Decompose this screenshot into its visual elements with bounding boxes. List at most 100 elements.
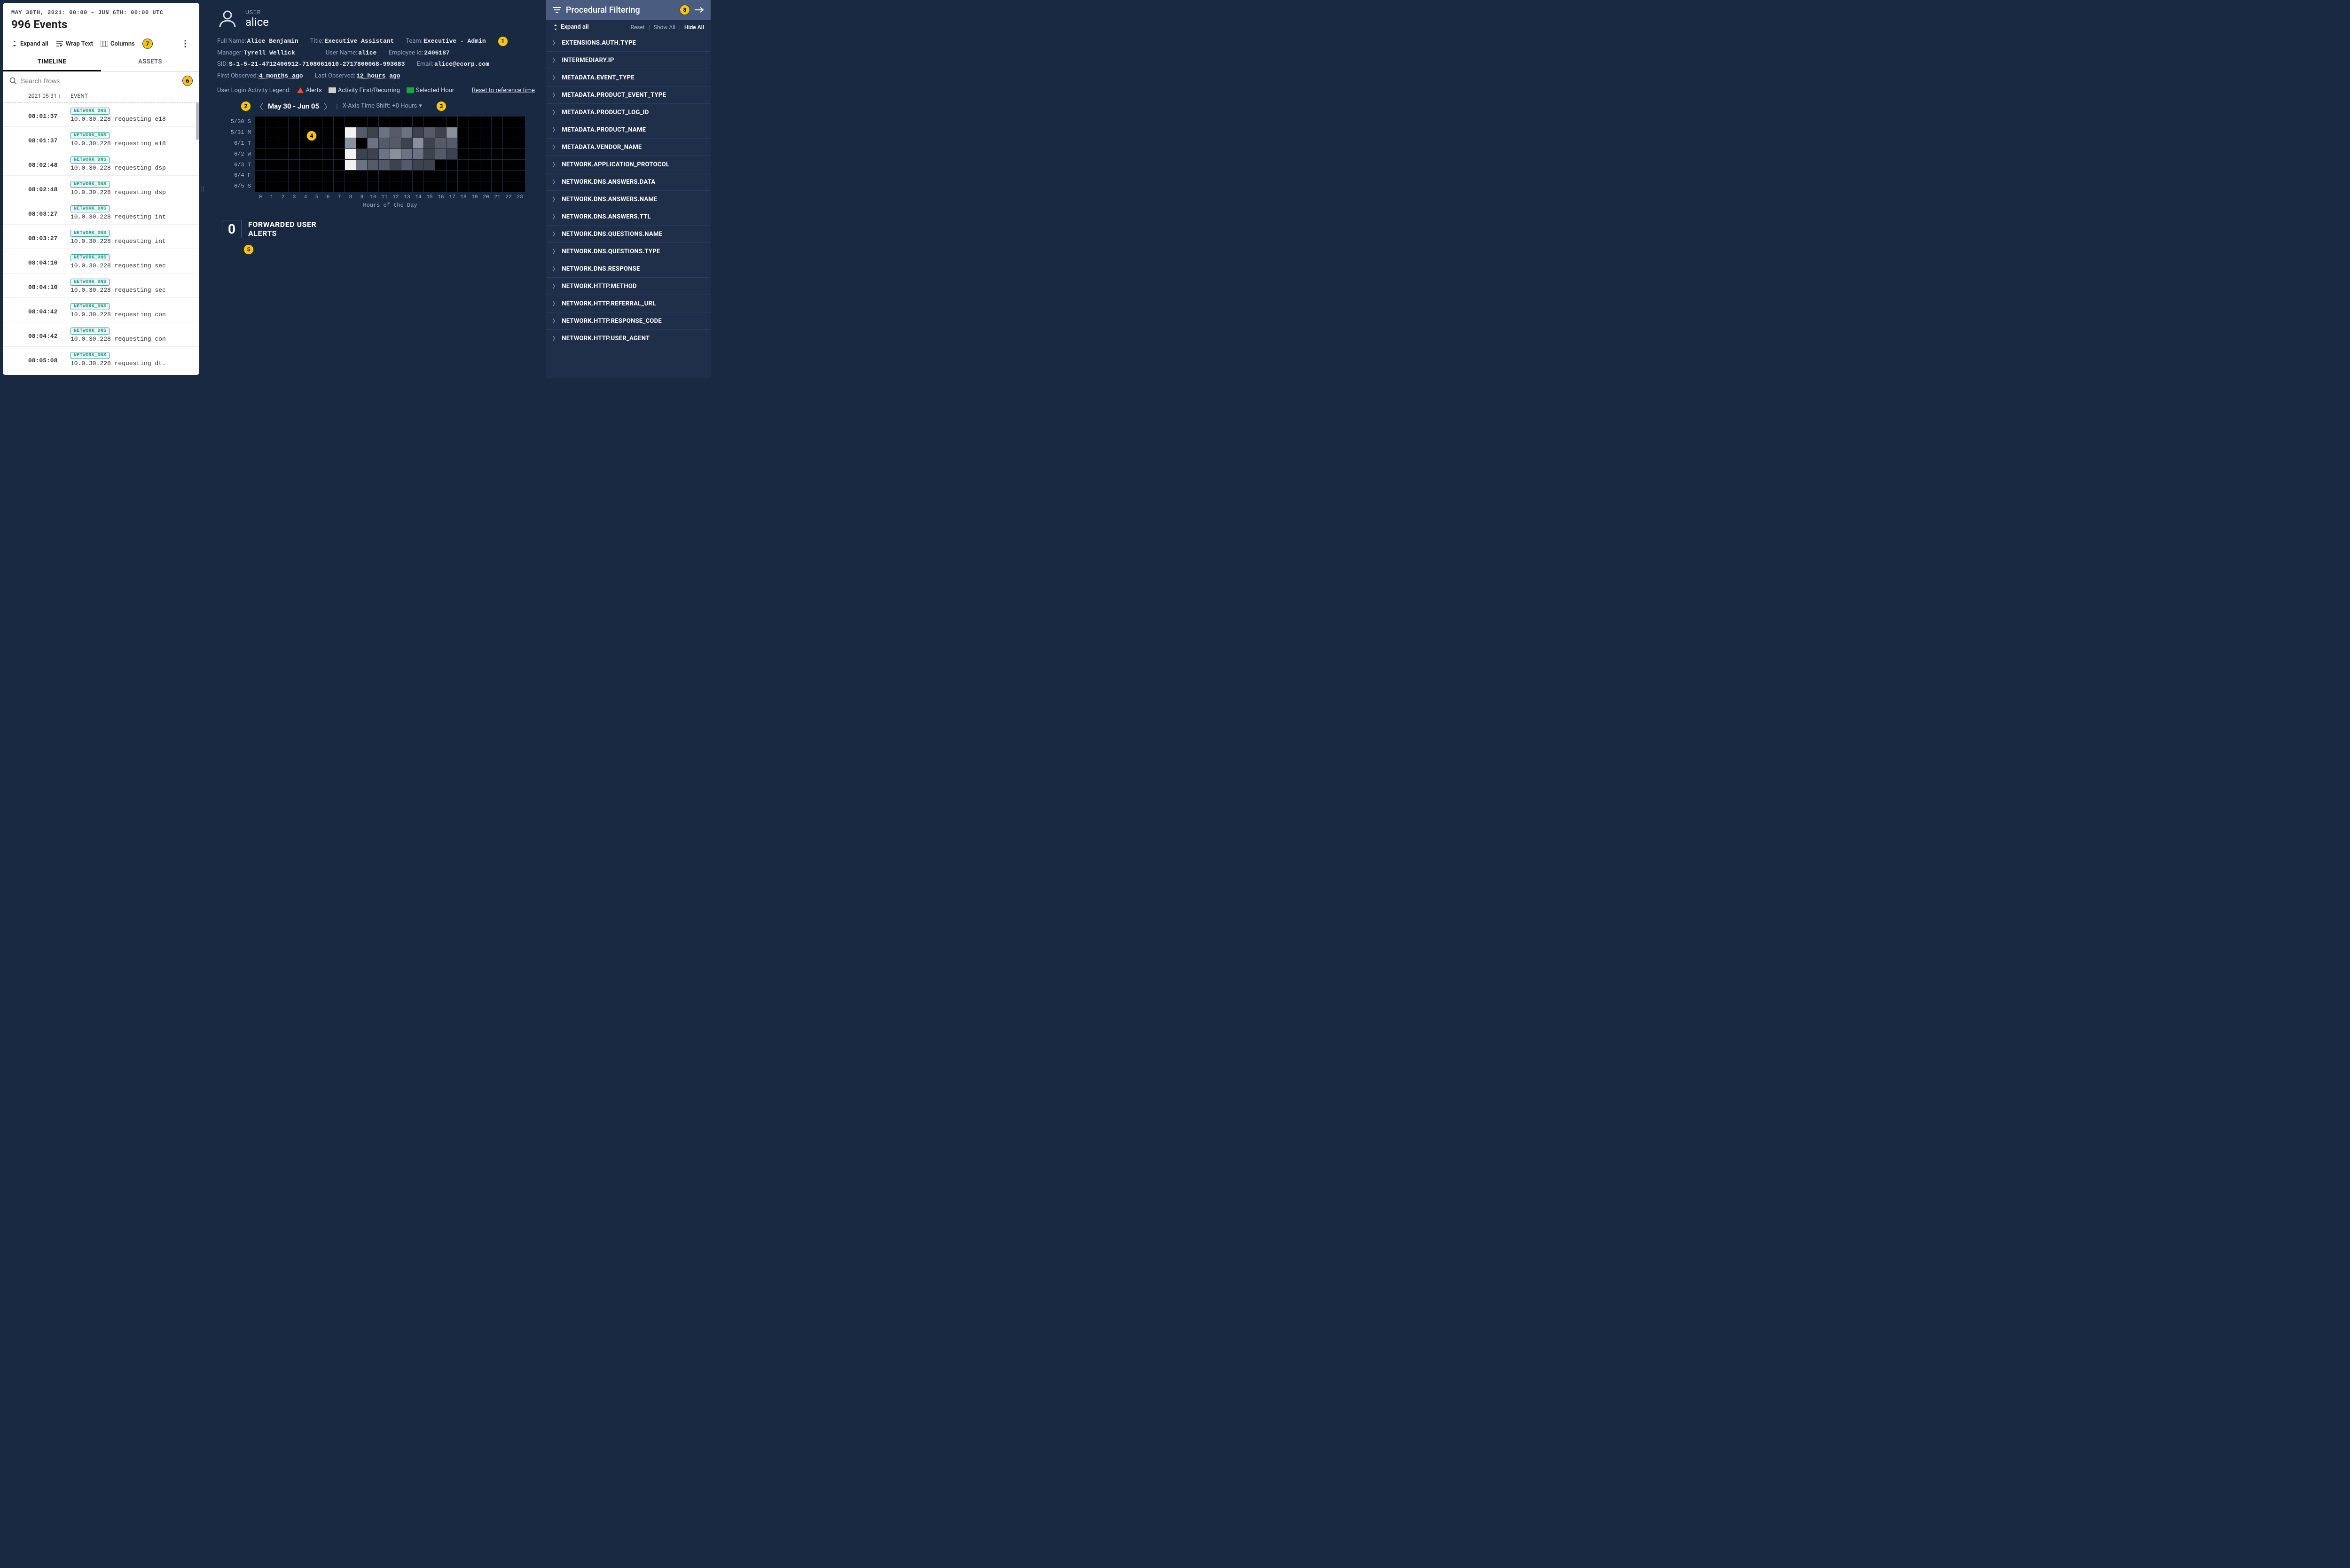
heatmap-cell[interactable]: [266, 127, 277, 138]
heatmap-cell[interactable]: [322, 127, 333, 138]
heatmap-cell[interactable]: [311, 171, 322, 181]
columns-button[interactable]: Columns: [101, 40, 135, 47]
heatmap-cell[interactable]: [289, 149, 299, 159]
heatmap-cell[interactable]: [480, 127, 491, 138]
heatmap-cell[interactable]: [311, 117, 322, 127]
heatmap-cell[interactable]: [480, 181, 491, 192]
filter-item[interactable]: 〉EXTENSIONS.AUTH.TYPE: [546, 34, 711, 52]
heatmap-cell[interactable]: [401, 117, 412, 127]
heatmap-cell[interactable]: [446, 171, 457, 181]
heatmap-cell[interactable]: [255, 181, 266, 192]
heatmap-cell[interactable]: [480, 171, 491, 181]
heatmap-cell[interactable]: [300, 117, 311, 127]
heatmap-cell[interactable]: [368, 149, 378, 159]
heatmap-cell[interactable]: [390, 149, 401, 159]
filter-item[interactable]: 〉METADATA.PRODUCT_NAME: [546, 121, 711, 139]
heatmap-cell[interactable]: [401, 149, 412, 159]
heatmap-cell[interactable]: [255, 138, 266, 148]
heatmap-cell[interactable]: [469, 149, 480, 159]
heatmap-cell[interactable]: [446, 117, 457, 127]
tab-timeline[interactable]: TIMELINE: [3, 54, 101, 71]
heatmap-cell[interactable]: [458, 160, 469, 170]
filter-item[interactable]: 〉NETWORK.HTTP.USER_AGENT: [546, 330, 711, 347]
heatmap-cell[interactable]: [368, 138, 378, 148]
heatmap-cell[interactable]: [401, 160, 412, 170]
heatmap-cell[interactable]: [492, 127, 502, 138]
column-header-time[interactable]: 2021-05-31 ↑: [9, 93, 70, 99]
heatmap-cell[interactable]: [401, 127, 412, 138]
heatmap-cell[interactable]: [503, 181, 514, 192]
heatmap-cell[interactable]: [289, 117, 299, 127]
heatmap-cell[interactable]: [266, 138, 277, 148]
heatmap-cell[interactable]: [514, 117, 525, 127]
heatmap-cell[interactable]: [277, 149, 288, 159]
event-list[interactable]: 08:01:37 NETWORK_DNS 10.0.30.228 request…: [3, 102, 199, 375]
heatmap-cell[interactable]: [514, 138, 525, 148]
heatmap-cell[interactable]: [255, 160, 266, 170]
heatmap-cell[interactable]: [311, 149, 322, 159]
heatmap-cell[interactable]: [458, 149, 469, 159]
filter-item[interactable]: 〉NETWORK.HTTP.RESPONSE_CODE: [546, 312, 711, 330]
heatmap-cell[interactable]: [322, 138, 333, 148]
heatmap-cell[interactable]: [356, 127, 367, 138]
heatmap-cell[interactable]: [480, 138, 491, 148]
heatmap-cell[interactable]: [368, 117, 378, 127]
heatmap-cell[interactable]: [277, 117, 288, 127]
heatmap-cell[interactable]: [368, 127, 378, 138]
expand-all-button[interactable]: Expand all: [11, 40, 48, 47]
heatmap-cell[interactable]: [458, 181, 469, 192]
filter-item[interactable]: 〉NETWORK.DNS.QUESTIONS.NAME: [546, 226, 711, 243]
filter-item[interactable]: 〉NETWORK.HTTP.METHOD: [546, 278, 711, 295]
heatmap-cell[interactable]: [334, 181, 345, 192]
heatmap-cell[interactable]: [480, 117, 491, 127]
heatmap-cell[interactable]: [514, 149, 525, 159]
tab-assets[interactable]: ASSETS: [101, 54, 199, 71]
scrollbar-thumb[interactable]: [196, 102, 199, 140]
heatmap-cell[interactable]: [379, 138, 390, 148]
heatmap-cell[interactable]: [289, 138, 299, 148]
heatmap-cell[interactable]: [345, 160, 356, 170]
heatmap-cell[interactable]: [289, 181, 299, 192]
heatmap-cell[interactable]: [334, 138, 345, 148]
column-header-event[interactable]: EVENT: [70, 93, 88, 99]
heatmap-cell[interactable]: [345, 181, 356, 192]
heatmap-cell[interactable]: [424, 138, 435, 148]
heatmap-cell[interactable]: [345, 149, 356, 159]
heatmap-cell[interactable]: [514, 127, 525, 138]
filter-item[interactable]: 〉NETWORK.HTTP.REFERRAL_URL: [546, 295, 711, 312]
heatmap-cell[interactable]: [435, 127, 446, 138]
heatmap-cell[interactable]: [277, 160, 288, 170]
heatmap-cell[interactable]: [503, 127, 514, 138]
heatmap-cell[interactable]: [289, 127, 299, 138]
heatmap-cell[interactable]: [390, 181, 401, 192]
heatmap-cell[interactable]: [424, 160, 435, 170]
table-row[interactable]: 08:01:37 NETWORK_DNS 10.0.30.228 request…: [3, 127, 199, 151]
filter-item[interactable]: 〉METADATA.EVENT_TYPE: [546, 69, 711, 86]
heatmap-cell[interactable]: [255, 171, 266, 181]
heatmap-cell[interactable]: [390, 171, 401, 181]
heatmap-cell[interactable]: [368, 181, 378, 192]
heatmap-cell[interactable]: [514, 160, 525, 170]
table-row[interactable]: 08:05:08 NETWORK_DNS 10.0.30.228 request…: [3, 371, 199, 375]
reset-time-link[interactable]: Reset to reference time: [472, 87, 535, 94]
heatmap-cell[interactable]: [492, 171, 502, 181]
table-row[interactable]: 08:02:48 NETWORK_DNS 10.0.30.228 request…: [3, 176, 199, 200]
search-input[interactable]: [21, 77, 179, 85]
heatmap-cell[interactable]: [300, 171, 311, 181]
heatmap-cell[interactable]: [469, 117, 480, 127]
heatmap-cell[interactable]: [379, 127, 390, 138]
heatmap-cell[interactable]: [413, 138, 423, 148]
heatmap-cell[interactable]: [469, 160, 480, 170]
heatmap-cell[interactable]: [311, 160, 322, 170]
heatmap-cell[interactable]: [368, 160, 378, 170]
heatmap-cell[interactable]: [401, 138, 412, 148]
date-next-button[interactable]: 〉: [324, 101, 331, 112]
heatmap-cell[interactable]: [413, 160, 423, 170]
heatmap-cell[interactable]: [480, 160, 491, 170]
heatmap-cell[interactable]: [390, 138, 401, 148]
heatmap-cell[interactable]: [503, 160, 514, 170]
heatmap-cell[interactable]: [435, 117, 446, 127]
heatmap-cell[interactable]: [503, 117, 514, 127]
heatmap-cell[interactable]: [492, 181, 502, 192]
heatmap-cell[interactable]: [300, 181, 311, 192]
